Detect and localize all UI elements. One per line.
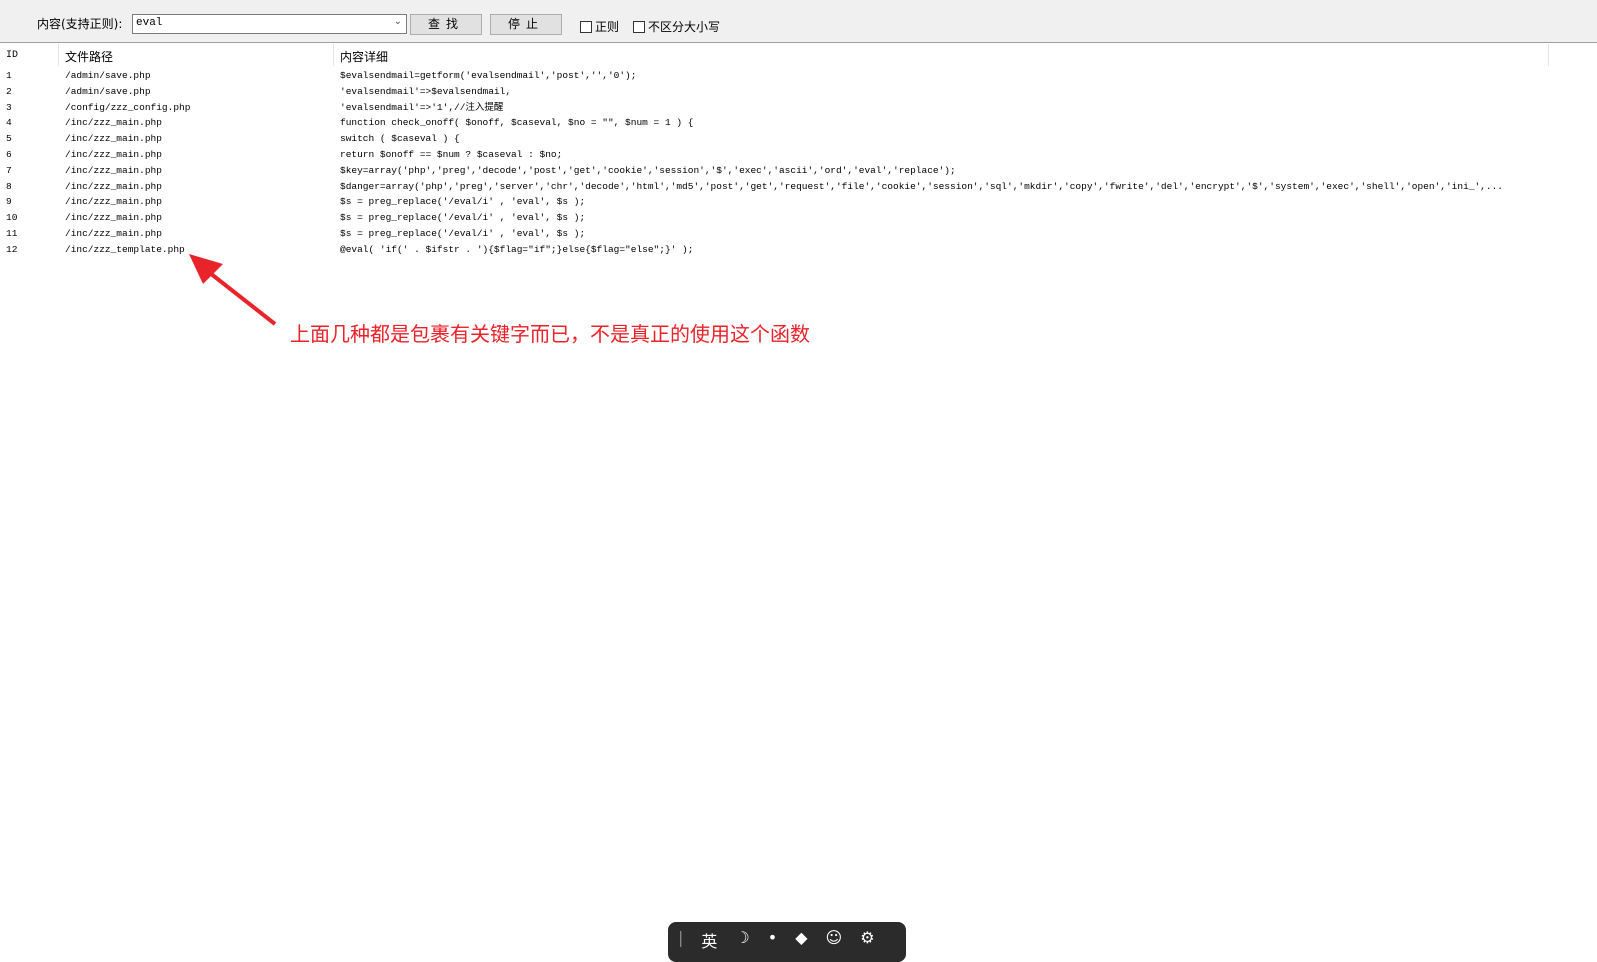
- row-file-path: /inc/zzz_main.php: [65, 117, 162, 129]
- row-id: 6: [6, 148, 12, 160]
- row-content: return $onoff == $num ? $caseval : $no;: [340, 148, 563, 160]
- table-row[interactable]: 8/inc/zzz_main.php $danger=array('php','p…: [0, 179, 1597, 195]
- row-id: 7: [6, 164, 12, 176]
- find-button[interactable]: 查找: [410, 14, 482, 35]
- moon-icon[interactable]: ☽: [735, 928, 749, 956]
- row-file-path: /inc/zzz_main.php: [65, 212, 162, 224]
- row-file-path: /inc/zzz_main.php: [65, 227, 162, 239]
- row-file-path: /inc/zzz_main.php: [65, 164, 162, 176]
- row-id: 12: [6, 243, 18, 255]
- table-row[interactable]: 9/inc/zzz_main.php $s = preg_replace('/ev…: [0, 194, 1597, 210]
- checkbox-icon[interactable]: [633, 20, 645, 33]
- search-value[interactable]: eval: [136, 17, 162, 29]
- row-content: switch ( $caseval ) {: [340, 133, 460, 145]
- row-file-path: /admin/save.php: [65, 85, 151, 97]
- column-divider[interactable]: [58, 44, 59, 66]
- ime-language[interactable]: 英: [701, 928, 717, 956]
- content-label: 内容(支持正则):: [37, 17, 123, 31]
- results-table: 1/admin/save.php $evalsendmail=getform('e…: [0, 68, 1597, 258]
- case-label: 不区分大小写: [648, 20, 721, 34]
- table-row[interactable]: 3/config/zzz_config.php 'evalsendmail'=>'…: [0, 100, 1597, 116]
- row-content: function check_onoff( $onoff, $caseval, …: [340, 117, 694, 129]
- regex-checkbox[interactable]: 正则: [580, 18, 619, 35]
- row-file-path: /inc/zzz_main.php: [65, 180, 162, 192]
- checkbox-icon[interactable]: [580, 20, 592, 33]
- row-file-path: /admin/save.php: [65, 70, 151, 81]
- regex-label: 正则: [595, 20, 620, 34]
- row-content: $evalsendmail=getform('evalsendmail','po…: [340, 70, 637, 81]
- row-id: 11: [6, 227, 18, 239]
- column-path[interactable]: 文件路径: [65, 48, 113, 65]
- row-id: 10: [6, 212, 18, 224]
- row-content: 'evalsendmail'=>$evalsendmail,: [340, 85, 512, 97]
- row-content: $s = preg_replace('/eval/i' , 'eval', $s…: [340, 196, 586, 208]
- table-header: ID 文件路径 内容详细: [0, 44, 1597, 65]
- row-file-path: /inc/zzz_main.php: [65, 133, 162, 145]
- annotation-text: 上面几种都是包裹有关键字而已，不是真正的使用这个函数: [290, 322, 810, 346]
- table-row[interactable]: 5/inc/zzz_main.php switch ( $caseval ) {: [0, 131, 1597, 147]
- table-row[interactable]: 4/inc/zzz_main.php function check_onoff( …: [0, 115, 1597, 131]
- table-row[interactable]: 1/admin/save.php $evalsendmail=getform('e…: [0, 68, 1597, 84]
- row-content: $key=array('php','preg','decode','post',…: [340, 164, 956, 176]
- row-content: $s = preg_replace('/eval/i' , 'eval', $s…: [340, 212, 586, 224]
- row-file-path: /inc/zzz_main.php: [65, 148, 162, 160]
- search-combobox[interactable]: eval ⌄: [132, 14, 407, 34]
- column-detail[interactable]: 内容详细: [340, 48, 388, 65]
- row-id: 1: [6, 70, 12, 81]
- dot-icon[interactable]: •: [768, 928, 777, 956]
- row-id: 3: [6, 101, 12, 113]
- skin-icon[interactable]: ◆: [795, 928, 807, 956]
- ime-handle-icon[interactable]: |: [678, 928, 683, 956]
- ime-toolbar: | 英 ☽ • ◆ ☺ ⚙: [668, 922, 906, 962]
- emoji-icon[interactable]: ☺: [826, 928, 843, 956]
- column-divider[interactable]: [1548, 44, 1549, 66]
- table-row[interactable]: 11/inc/zzz_main.php $s = preg_replace('/e…: [0, 226, 1597, 242]
- row-id: 4: [6, 117, 12, 129]
- table-row[interactable]: 2/admin/save.php 'evalsendmail'=>$evalsen…: [0, 84, 1597, 100]
- row-file-path: /inc/zzz_template.php: [65, 243, 185, 255]
- row-id: 2: [6, 85, 12, 97]
- row-id: 9: [6, 196, 12, 208]
- row-content: 'evalsendmail'=>'1',//注入提醒: [340, 101, 504, 113]
- chevron-down-icon[interactable]: ⌄: [394, 16, 402, 28]
- row-content: $s = preg_replace('/eval/i' , 'eval', $s…: [340, 227, 586, 239]
- row-content: $danger=array('php','preg','server','chr…: [340, 180, 1503, 192]
- row-file-path: /inc/zzz_main.php: [65, 196, 162, 208]
- gear-icon[interactable]: ⚙: [860, 928, 874, 956]
- row-id: 5: [6, 133, 12, 145]
- row-id: 8: [6, 180, 12, 192]
- table-row[interactable]: 10/inc/zzz_main.php $s = preg_replace('/e…: [0, 210, 1597, 226]
- row-file-path: /config/zzz_config.php: [65, 101, 191, 113]
- annotation-arrow-icon: [189, 254, 277, 326]
- column-id[interactable]: ID: [6, 50, 18, 61]
- stop-button[interactable]: 停止: [490, 14, 562, 35]
- search-toolbar: 内容(支持正则): eval ⌄ 查找 停止 正则 不区分大小写: [0, 0, 1597, 43]
- row-content: @eval( 'if(' . $ifstr . '){$flag="if";}e…: [340, 243, 694, 255]
- column-divider[interactable]: [333, 44, 334, 66]
- case-insensitive-checkbox[interactable]: 不区分大小写: [633, 18, 720, 35]
- table-row[interactable]: 7/inc/zzz_main.php $key=array('php','preg…: [0, 163, 1597, 179]
- table-row[interactable]: 6/inc/zzz_main.php return $onoff == $num …: [0, 147, 1597, 163]
